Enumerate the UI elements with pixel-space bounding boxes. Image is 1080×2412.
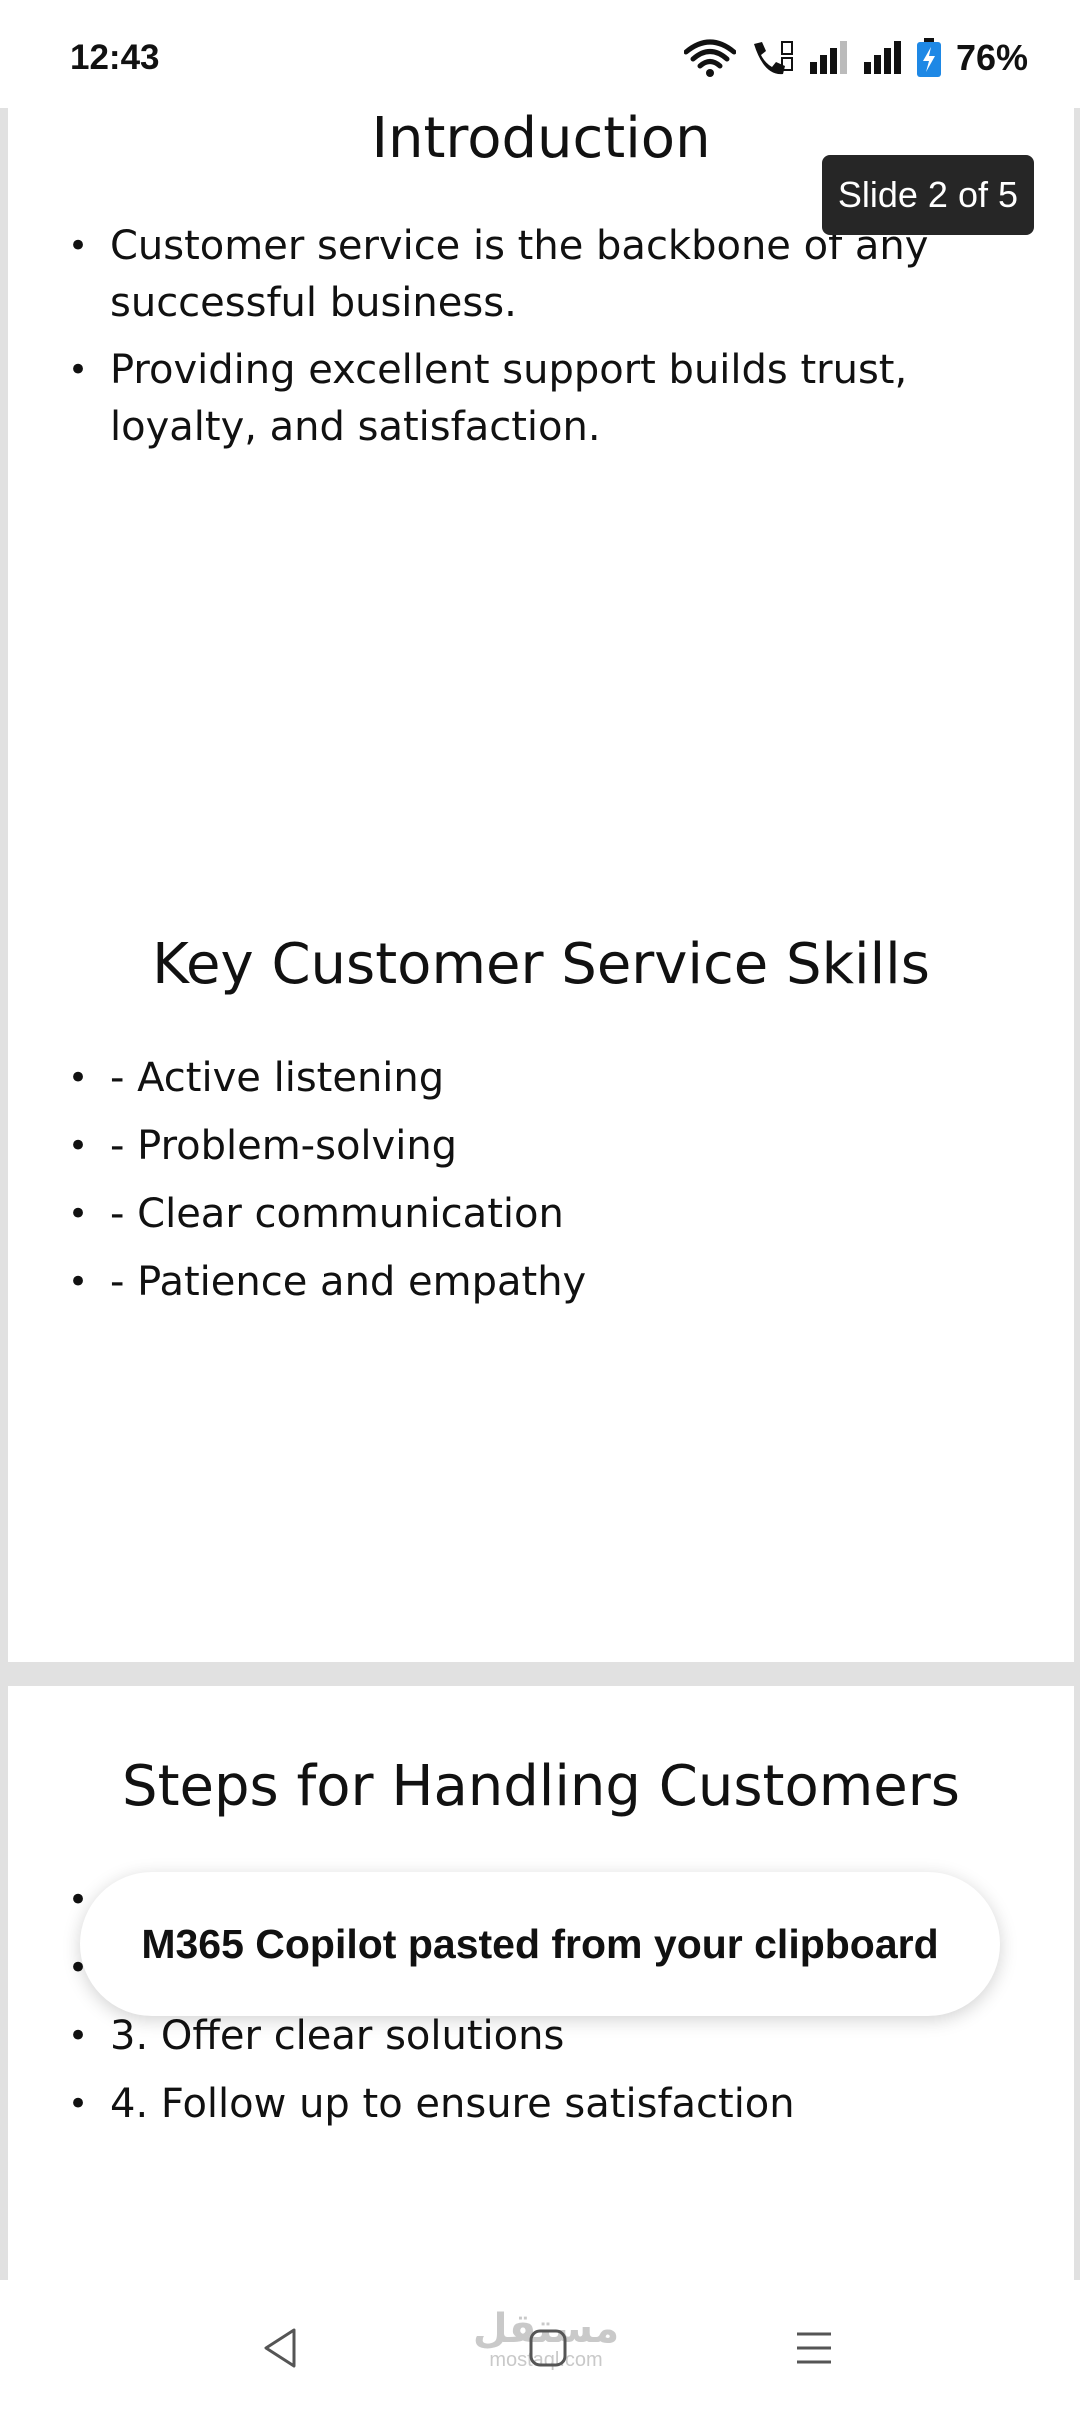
bullet-item: - Active listening bbox=[68, 1050, 998, 1118]
status-time: 12:43 bbox=[70, 38, 160, 77]
clipboard-toast: M365 Copilot pasted from your clipboard bbox=[80, 1872, 1000, 2016]
battery-charging-icon bbox=[916, 38, 942, 78]
back-icon bbox=[260, 2326, 300, 2375]
navigation-bar: مستقل mostaql.com bbox=[0, 2280, 1080, 2412]
bullet-item: 4. Follow up to ensure satisfaction bbox=[68, 2076, 998, 2144]
signal-sim1-icon bbox=[808, 40, 850, 76]
slide-title: Steps for Handling Customers bbox=[122, 1754, 960, 1819]
wifi-calling-icon bbox=[748, 38, 796, 78]
home-button[interactable] bbox=[518, 2320, 578, 2380]
recents-button[interactable] bbox=[784, 2320, 844, 2380]
bullet-list: Customer service is the backbone of any … bbox=[68, 218, 998, 466]
back-button[interactable] bbox=[250, 2320, 310, 2380]
signal-sim2-icon bbox=[862, 40, 904, 76]
slide-counter: Slide 2 of 5 bbox=[821, 155, 1034, 235]
bullet-item: Customer service is the backbone of any … bbox=[68, 218, 998, 332]
slide-title: Key Customer Service Skills bbox=[152, 932, 930, 997]
bullet-list: - Active listening - Problem-solving - C… bbox=[68, 1050, 998, 1322]
home-icon bbox=[528, 2328, 568, 2373]
bullet-item: - Problem-solving bbox=[68, 1118, 998, 1186]
status-icons: 76% bbox=[683, 36, 1028, 80]
bullet-item: - Clear communication bbox=[68, 1186, 998, 1254]
battery-percentage: 76% bbox=[955, 37, 1028, 78]
recents-icon bbox=[794, 2328, 834, 2373]
slide-key-skills[interactable]: Key Customer Service Skills - Active lis… bbox=[8, 864, 1074, 1662]
bullet-item: 3. Offer clear solutions bbox=[68, 2008, 998, 2076]
wifi-icon bbox=[683, 38, 736, 78]
status-bar: 12:43 76% bbox=[0, 0, 1080, 108]
bullet-item: Providing excellent support builds trust… bbox=[68, 342, 998, 456]
bullet-item: - Patience and empathy bbox=[68, 1254, 998, 1322]
